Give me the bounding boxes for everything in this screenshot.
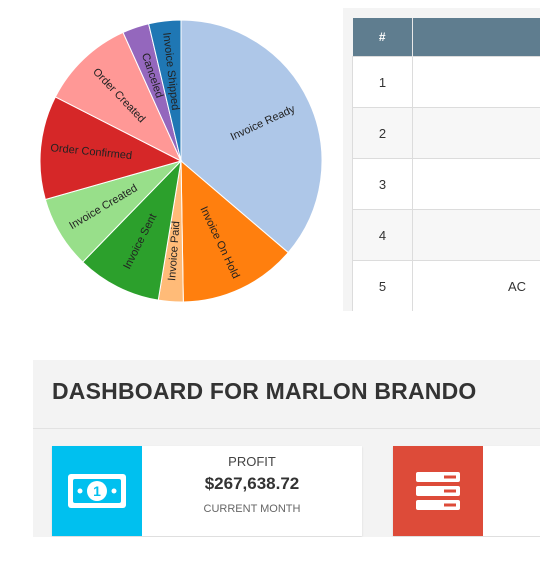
money-icon: 1 — [52, 446, 142, 536]
profit-period: CURRENT MONTH — [203, 503, 301, 515]
table-row[interactable]: 1 — [352, 56, 540, 108]
row-value — [412, 107, 540, 159]
row-number: 3 — [352, 158, 413, 210]
server-info-box[interactable] — [393, 446, 540, 536]
row-value — [412, 56, 540, 108]
profit-label: PROFIT — [228, 454, 276, 469]
table-row[interactable]: 5 AC — [352, 260, 540, 311]
table-header-row: # — [352, 18, 540, 57]
row-value — [412, 209, 540, 261]
status-pie-chart: Invoice Ready Invoice On Hold Invoice Paid… — [0, 0, 340, 330]
table-row[interactable]: 4 — [352, 209, 540, 261]
row-number: 4 — [352, 209, 413, 261]
server-icon — [393, 446, 483, 536]
column-header-2[interactable] — [412, 18, 540, 57]
profit-info-content: PROFIT $267,638.72 CURRENT MONTH — [142, 446, 362, 536]
pie-chart-svg: Invoice ReadyInvoice On HoldInvoice Paid… — [39, 19, 323, 303]
column-header-number[interactable]: # — [352, 18, 413, 57]
profit-info-box[interactable]: 1 PROFIT $267,638.72 CURRENT MONTH — [52, 446, 362, 536]
svg-text:1: 1 — [93, 483, 101, 499]
profit-value: $267,638.72 — [204, 474, 300, 493]
table-row[interactable]: 3 — [352, 158, 540, 210]
server-info-content — [483, 446, 540, 536]
row-value — [412, 158, 540, 210]
row-number: 1 — [352, 56, 413, 108]
order-table: # 1 2 3 4 5 AC — [352, 18, 540, 311]
order-table-panel: # 1 2 3 4 5 AC — [343, 8, 540, 311]
row-value: AC — [412, 260, 540, 311]
dashboard-divider — [33, 428, 540, 429]
dashboard-title: DASHBOARD FOR MARLON BRANDO — [52, 378, 477, 404]
row-number: 2 — [352, 107, 413, 159]
row-number: 5 — [352, 260, 413, 311]
table-row[interactable]: 2 — [352, 107, 540, 159]
dashboard-section: DASHBOARD FOR MARLON BRANDO 1 PROFIT $26… — [33, 360, 540, 537]
